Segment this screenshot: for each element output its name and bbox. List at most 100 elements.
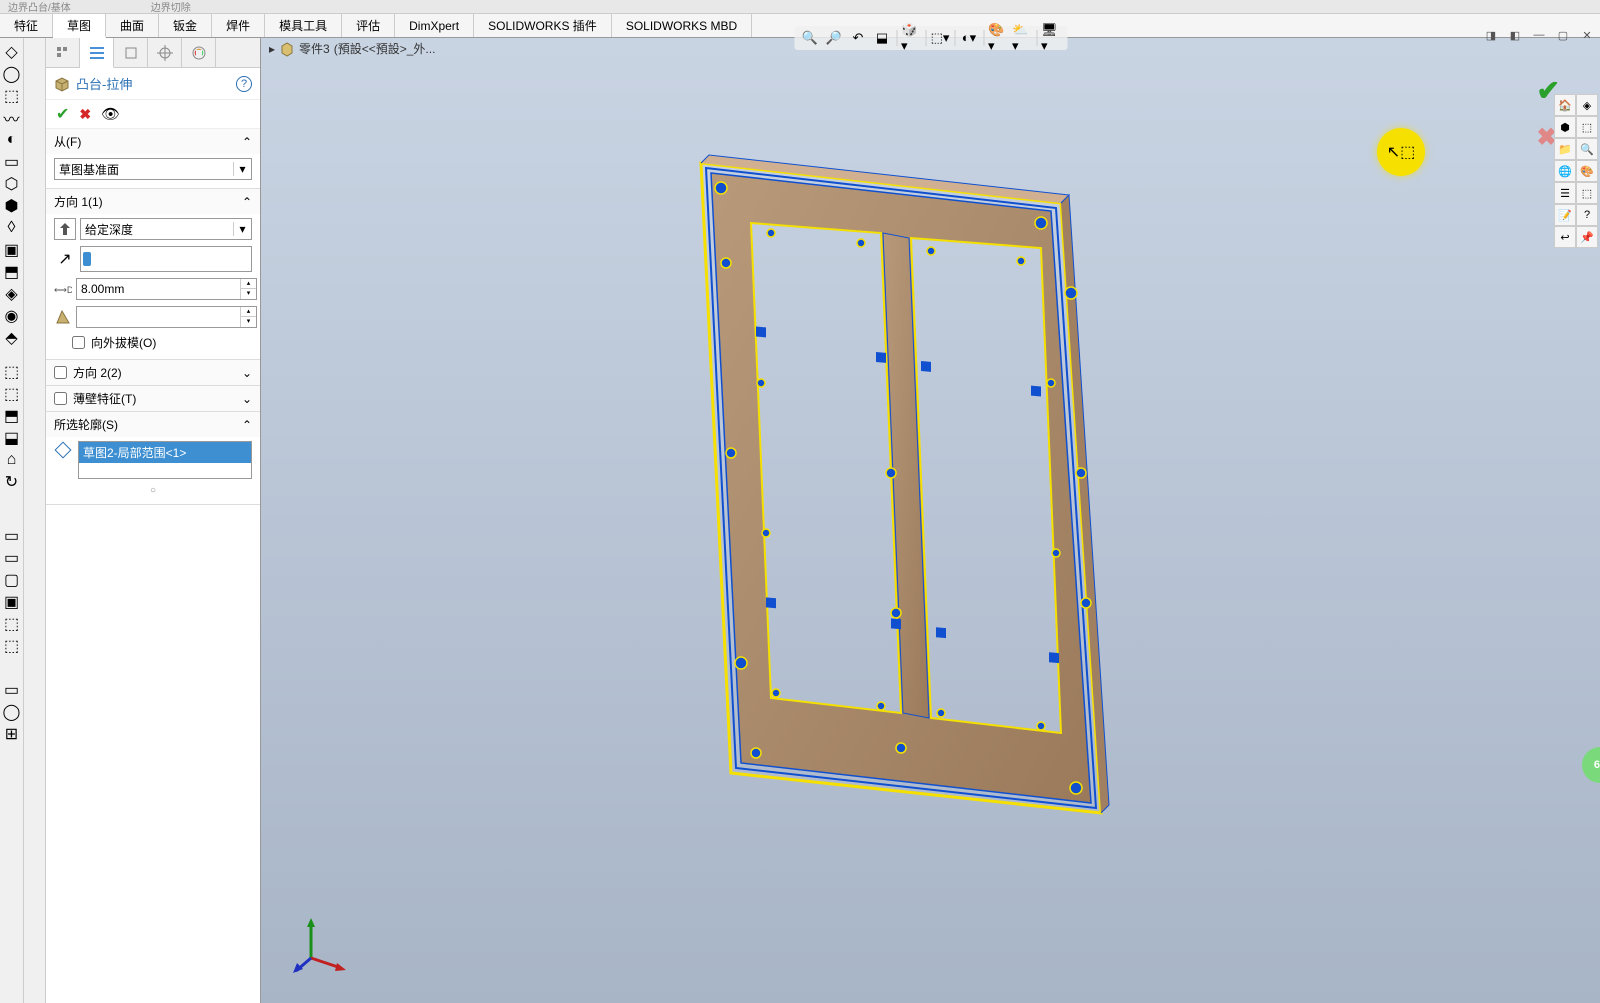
tool-icon[interactable]	[26, 62, 44, 80]
part-small-icon[interactable]: ⬚	[1576, 116, 1598, 138]
tool-icon[interactable]: ⬢	[2, 196, 22, 216]
note-icon[interactable]: 📝	[1554, 204, 1576, 226]
tool-icon[interactable]: ⬘	[2, 328, 22, 348]
end-condition-dropdown[interactable]: 给定深度 ▾	[80, 218, 252, 240]
prev-view-icon[interactable]: ↶	[848, 28, 868, 48]
section-from-header[interactable]: 从(F) ⌃	[46, 129, 260, 154]
tab-features[interactable]: 特征	[0, 14, 53, 37]
tool-icon[interactable]: ⬚	[2, 86, 22, 106]
tool-icon[interactable]: ▣	[2, 240, 22, 260]
coordinate-triad[interactable]	[291, 913, 351, 973]
pin-icon[interactable]: 📌	[1576, 226, 1598, 248]
tool-icon[interactable]: ⌂	[2, 450, 22, 470]
breadcrumb-part-name[interactable]: 零件3	[299, 40, 330, 57]
panel-tab-property[interactable]	[80, 38, 114, 68]
draft-input[interactable]	[77, 307, 240, 327]
tab-dimxpert[interactable]: DimXpert	[395, 14, 474, 37]
tool-icon[interactable]: ⊞	[2, 724, 22, 744]
tool-icon[interactable]: ▭	[2, 680, 22, 700]
view-orientation-icon[interactable]: 🎲▾	[901, 28, 921, 48]
tool-icon[interactable]: ◊	[2, 218, 22, 238]
viewport-3d[interactable]: ▸ 零件3 (預設<<預設>_外... 🔍 🔎 ↶ ⬓ 🎲▾ ⬚▾ ◐▾ 🎨▾ …	[261, 38, 1600, 1003]
tool-icon[interactable]: ⬒	[2, 406, 22, 426]
panel-tab-tree[interactable]	[46, 38, 80, 68]
dropdown-arrow-icon[interactable]: ▾	[233, 222, 251, 236]
home-icon[interactable]: 🏠	[1554, 94, 1576, 116]
direction-vector-icon[interactable]: ↗	[54, 249, 76, 269]
tool-icon[interactable]: ◉	[2, 306, 22, 326]
tool-icon[interactable]: ⬚	[2, 636, 22, 656]
tool-icon[interactable]	[26, 182, 44, 200]
globe-icon[interactable]: 🌐	[1554, 160, 1576, 182]
tool-icon[interactable]: ⬓	[2, 428, 22, 448]
tool-icon[interactable]: ▢	[2, 570, 22, 590]
panel-tab-dim[interactable]	[148, 38, 182, 68]
dropdown-arrow-icon[interactable]: ▾	[233, 162, 251, 176]
tool-icon[interactable]	[26, 122, 44, 140]
tab-sheetmetal[interactable]: 钣金	[159, 14, 212, 37]
zoom-fit-icon[interactable]: 🔍	[800, 28, 820, 48]
tab-swaddins[interactable]: SOLIDWORKS 插件	[474, 14, 612, 37]
tool-icon[interactable]: 〰	[2, 108, 22, 128]
view-settings-icon[interactable]: 🖥▾	[1041, 28, 1061, 48]
maximize-button[interactable]: ▢	[1554, 26, 1572, 44]
cancel-button[interactable]: ✖	[79, 106, 91, 123]
section-view-icon[interactable]: ⬓	[872, 28, 892, 48]
tool-icon[interactable]	[26, 82, 44, 100]
tool-icon[interactable]: ▭	[2, 548, 22, 568]
tab-swmbd[interactable]: SOLIDWORKS MBD	[612, 14, 752, 37]
close-button[interactable]: ✕	[1578, 26, 1596, 44]
tool-icon[interactable]: ⬡	[2, 174, 22, 194]
tab-sketch[interactable]: 草图	[53, 14, 106, 38]
list-icon[interactable]: ☰	[1554, 182, 1576, 204]
depth-spin-down[interactable]: ▾	[241, 289, 256, 299]
reverse-direction-button[interactable]	[54, 218, 76, 240]
section-contours-header[interactable]: 所选轮廓(S) ⌃	[46, 412, 260, 437]
depth-input[interactable]	[77, 279, 240, 299]
panel-tab-appearance[interactable]	[182, 38, 216, 68]
breadcrumb-expand[interactable]: ▸	[269, 42, 275, 56]
draft-spin-down[interactable]: ▾	[241, 317, 256, 327]
display-style-icon[interactable]: ⬚▾	[930, 28, 950, 48]
tab-weldments[interactable]: 焊件	[212, 14, 265, 37]
section-dir1-header[interactable]: 方向 1(1) ⌃	[46, 189, 260, 214]
help-button[interactable]: ?	[236, 76, 252, 92]
tool-icon[interactable]: ▭	[2, 526, 22, 546]
draft-icon[interactable]	[54, 308, 72, 326]
tool-icon[interactable]: ◐	[2, 130, 22, 150]
prism-icon[interactable]: ◈	[1576, 94, 1598, 116]
thin-checkbox[interactable]	[54, 392, 67, 405]
zoom-area-icon[interactable]: 🔎	[824, 28, 844, 48]
slider-handle[interactable]	[83, 252, 91, 266]
hide-show-icon[interactable]: ◐▾	[959, 28, 979, 48]
tool-icon[interactable]: ◇	[2, 42, 22, 62]
tab-surfaces[interactable]: 曲面	[106, 14, 159, 37]
color-icon[interactable]: 🎨	[1576, 160, 1598, 182]
edit-appearance-icon[interactable]: 🎨▾	[988, 28, 1008, 48]
tool-icon[interactable]: ⬚	[2, 384, 22, 404]
folder-icon[interactable]: 📁	[1554, 138, 1576, 160]
tile-left-icon[interactable]: ◨	[1482, 26, 1500, 44]
search-small-icon[interactable]: 🔍	[1576, 138, 1598, 160]
tool-icon[interactable]: ◯	[2, 64, 22, 84]
tool-icon[interactable]	[26, 42, 44, 60]
preview-toggle[interactable]: 👁	[101, 105, 120, 123]
minimize-button[interactable]: —	[1530, 26, 1548, 44]
tile-right-icon[interactable]: ◧	[1506, 26, 1524, 44]
cad-model[interactable]	[591, 123, 1311, 843]
tool-icon[interactable]: ⬚	[2, 362, 22, 382]
section-thin-header[interactable]: 薄壁特征(T) ⌄	[46, 386, 260, 411]
tool-icon[interactable]	[26, 102, 44, 120]
panel-tab-config[interactable]	[114, 38, 148, 68]
tool-icon[interactable]: ▣	[2, 592, 22, 612]
tool-icon[interactable]: ↻	[2, 472, 22, 492]
contour-list-item[interactable]: 草图2-局部范围<1>	[79, 442, 251, 463]
from-dropdown[interactable]: 草图基准面 ▾	[54, 158, 252, 180]
tool-icon[interactable]: ◯	[2, 702, 22, 722]
layers-icon[interactable]: ⬚	[1576, 182, 1598, 204]
dir2-checkbox[interactable]	[54, 366, 67, 379]
tool-icon[interactable]: ⬚	[2, 614, 22, 634]
ok-button[interactable]: ✔	[56, 104, 69, 124]
list-resize-handle[interactable]: ○	[54, 485, 252, 496]
contours-list[interactable]: 草图2-局部范围<1>	[78, 441, 252, 479]
